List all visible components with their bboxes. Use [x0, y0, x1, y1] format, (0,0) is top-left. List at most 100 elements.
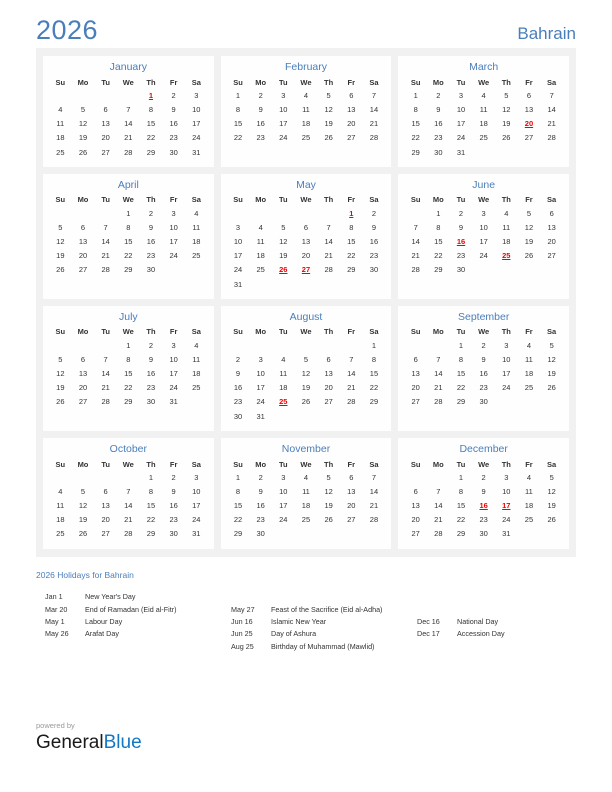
day-cell: 30 — [169, 147, 178, 157]
day-cell: 17 — [479, 237, 488, 247]
weekday-header-row: Su Mo Tu We Th Fr Sa — [404, 78, 563, 89]
day-cell: 23 — [369, 251, 379, 261]
week-row: 28 29 30 — [404, 263, 563, 277]
holiday-list-item: May 27 Feast of the Sacrifice (Eid al-Adh… — [231, 603, 417, 615]
day-cell: 20 — [411, 515, 420, 525]
day-cell: 2 — [171, 472, 176, 482]
day-cell-empty — [518, 263, 541, 277]
day-cell-empty — [540, 528, 563, 542]
weekday-header-sa: Sa — [547, 195, 557, 205]
day-cell: 26 — [547, 383, 556, 393]
weekday-header-row: Su Mo Tu We Th Fr Sa — [49, 78, 208, 89]
day-cell: 26 — [301, 397, 311, 407]
day-cell: 26 — [324, 515, 333, 525]
day-cell: 16 — [146, 369, 156, 379]
day-cell-empty — [540, 146, 563, 160]
day-cell: 29 — [369, 397, 379, 407]
day-cell: 11 — [302, 486, 310, 496]
day-cell: 16 — [146, 237, 156, 247]
day-cell: 28 — [369, 133, 379, 143]
day-cell: 29 — [456, 529, 466, 539]
weekday-header-row: Su Mo Tu We Th Fr Sa — [49, 327, 208, 338]
day-cell-empty — [363, 528, 386, 542]
weekday-header-we: We — [478, 459, 490, 469]
day-cell: 3 — [194, 472, 199, 482]
day-cell: 21 — [411, 251, 420, 261]
month-name: August — [289, 310, 323, 323]
day-cell: 10 — [502, 486, 511, 496]
day-cell: 10 — [502, 354, 511, 364]
country-title: Bahrain — [517, 24, 576, 43]
day-cell: 31 — [256, 411, 265, 421]
weekday-header-we: We — [478, 77, 490, 87]
day-cell: 10 — [456, 105, 466, 115]
day-cell: 5 — [58, 354, 63, 364]
day-cell: 6 — [413, 354, 418, 364]
weekday-header-mo: Mo — [432, 77, 444, 87]
day-cell: 4 — [58, 105, 63, 115]
weekday-header-mo: Mo — [255, 327, 267, 337]
day-cell: 21 — [124, 515, 133, 525]
weekday-header-fr: Fr — [347, 195, 356, 205]
weekday-header-sa: Sa — [547, 459, 557, 469]
month-row: October Su Mo Tu We Th Fr Sa 1 2 3 4 5 6 7 8 9 10 11 12 13 14… — [43, 437, 570, 549]
day-cell: 20 — [347, 119, 356, 129]
weekday-header-th: Th — [146, 77, 156, 87]
day-cell: 16 — [169, 501, 178, 511]
day-cell: 28 — [347, 397, 356, 407]
day-cell: 15 — [456, 501, 466, 511]
day-cell: 3 — [281, 90, 286, 100]
day-cell: 30 — [479, 529, 488, 539]
month-grid: Su Mo Tu We Th Fr Sa 1 2 3 4 5 6 7 8 9 10 11 12 13 14 15 16 17 1… — [404, 195, 563, 277]
month-card-november: November Su Mo Tu We Th Fr Sa 1 2 3 4 5 6 7 8 9 10 11 12 13 1… — [220, 437, 392, 549]
week-row: 25 26 27 28 29 30 31 — [49, 146, 208, 160]
weekday-header-tu: Tu — [279, 459, 288, 469]
day-cell: 13 — [101, 119, 110, 129]
day-cell: 3 — [194, 90, 199, 100]
day-cell: 12 — [78, 119, 88, 129]
day-cell: 22 — [434, 251, 443, 261]
day-cell: 27 — [411, 397, 420, 407]
day-cell-empty — [317, 339, 340, 353]
day-cell: 8 — [458, 354, 464, 364]
weekday-header-row: Su Mo Tu We Th Fr Sa — [49, 195, 208, 206]
day-cell-empty — [340, 410, 363, 424]
weekday-header-fr: Fr — [347, 77, 356, 87]
day-cell: 28 — [124, 147, 133, 157]
day-cell-holiday: 25 — [502, 251, 511, 261]
month-row: July Su Mo Tu We Th Fr Sa 1 2 3 4 5 6 7 8 9 10 11 12 13 14 15 1… — [43, 305, 570, 431]
day-cell: 7 — [126, 105, 131, 115]
day-cell: 5 — [549, 472, 554, 482]
day-cell: 20 — [301, 251, 311, 261]
day-cell: 31 — [502, 529, 511, 539]
week-row: 4 5 6 7 8 9 10 — [49, 485, 208, 499]
holiday-list-item: May 1 Labour Day — [45, 615, 231, 627]
day-cell: 9 — [148, 222, 154, 232]
day-cell-empty — [272, 278, 295, 292]
day-cell-empty — [518, 146, 541, 160]
day-cell: 9 — [371, 222, 377, 232]
weekday-header-fr: Fr — [347, 327, 356, 337]
day-cell: 19 — [524, 237, 534, 247]
week-row: 12 13 14 15 16 17 18 — [49, 367, 208, 381]
day-cell-empty — [495, 146, 518, 160]
holidays-section: 2026 Holidays for Bahrain Jan 1 New Year'… — [36, 570, 576, 653]
day-cell: 21 — [547, 119, 556, 129]
day-cell-empty — [249, 339, 272, 353]
month-card-january: January Su Mo Tu We Th Fr Sa 1 2 3 4 5 6 7 8 9 10 11 12 13 14… — [43, 56, 214, 167]
holiday-list-item: Jan 1 New Year's Day — [45, 591, 231, 603]
day-cell: 2 — [235, 354, 241, 364]
day-cell: 3 — [281, 472, 286, 482]
day-cell-empty — [185, 263, 208, 277]
day-cell-empty — [249, 146, 272, 160]
day-cell: 22 — [146, 133, 156, 143]
day-cell: 13 — [78, 237, 88, 247]
day-cell: 31 — [192, 529, 201, 539]
day-cell: 28 — [434, 529, 443, 539]
holiday-column-2: May 27 Feast of the Sacrifice (Eid al-Adh… — [231, 591, 417, 653]
weekday-header-fr: Fr — [169, 459, 178, 469]
day-cell-empty — [249, 278, 272, 292]
week-row: 30 31 — [227, 410, 386, 424]
holiday-date: May 27 — [231, 604, 255, 614]
day-cell: 4 — [504, 208, 509, 218]
